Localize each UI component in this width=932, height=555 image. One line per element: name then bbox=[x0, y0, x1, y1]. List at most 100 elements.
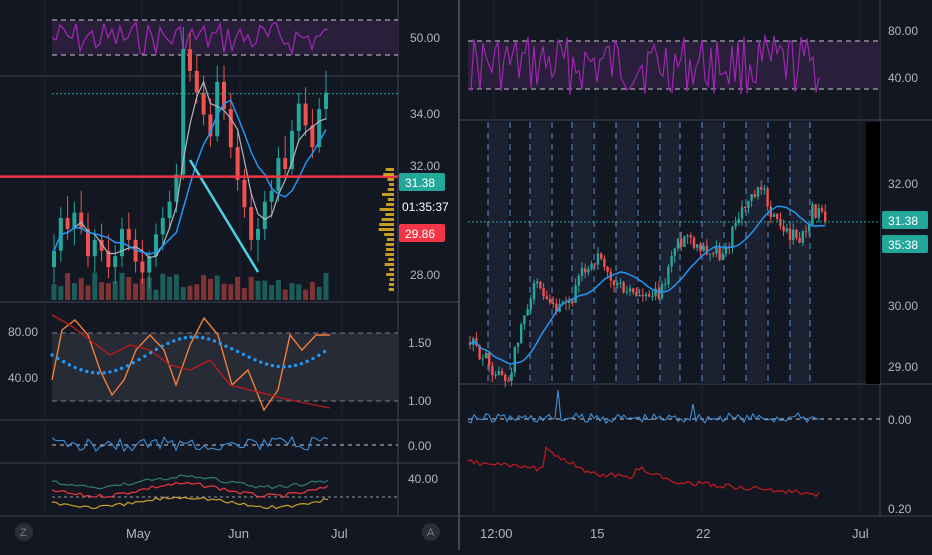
right-candle-body bbox=[500, 370, 504, 375]
left-volume-profile-bar bbox=[387, 178, 394, 181]
left-volume-bar bbox=[180, 287, 186, 300]
left-stoch-dot bbox=[189, 335, 193, 339]
right-candle-body bbox=[788, 228, 792, 240]
left-countdown-label: 01:35:37 bbox=[402, 200, 449, 214]
left-stoch-dot bbox=[253, 358, 257, 362]
left-volume-profile-bar bbox=[388, 283, 394, 286]
left-volume-bar bbox=[289, 283, 295, 300]
left-volume-bar bbox=[105, 283, 111, 300]
left-stoch-dot bbox=[67, 363, 72, 367]
right-corner-badge[interactable]: A bbox=[422, 523, 440, 541]
left-volume-bar bbox=[99, 282, 105, 300]
left-volume-bar bbox=[221, 283, 227, 300]
right-x-tick-1200: 12:00 bbox=[480, 526, 513, 541]
right-session-band bbox=[790, 122, 810, 384]
right-candle-body bbox=[590, 263, 593, 269]
left-stoch-tick-100: 1.00 bbox=[408, 394, 432, 408]
right-candle-body bbox=[798, 237, 801, 243]
left-stoch-dot bbox=[172, 339, 176, 343]
left-candle-body bbox=[256, 228, 260, 240]
right-candle-body bbox=[612, 280, 616, 286]
left-stoch-dot bbox=[317, 353, 321, 357]
left-volume-bar bbox=[214, 275, 220, 300]
right-candle-body bbox=[740, 206, 744, 219]
right-candle-body bbox=[644, 294, 648, 297]
left-stoch-dot bbox=[311, 356, 315, 361]
right-candle-body bbox=[683, 236, 686, 247]
right-candle-body bbox=[772, 214, 776, 217]
right-candle-body bbox=[516, 342, 520, 347]
right-session-band bbox=[572, 122, 592, 384]
right-x-tick-15: 15 bbox=[590, 526, 604, 541]
left-volume-profile-bar bbox=[379, 208, 394, 211]
right-session-band bbox=[530, 122, 550, 384]
right-price-tick-32: 32.00 bbox=[888, 177, 918, 191]
left-volume-bar bbox=[160, 273, 166, 300]
right-last-price-label: 31.38 bbox=[888, 214, 918, 228]
left-stoch-dot bbox=[235, 349, 240, 354]
left-candle-body bbox=[194, 70, 199, 93]
right-bottom-tick-020: 0.20 bbox=[888, 502, 912, 516]
right-candle-body bbox=[750, 194, 753, 201]
right-candle-body bbox=[776, 214, 779, 219]
right-candle-body bbox=[779, 218, 782, 227]
left-candle-body bbox=[167, 201, 172, 219]
right-candle-body bbox=[676, 238, 680, 249]
left-stoch-tick-80: 80.00 bbox=[8, 325, 38, 339]
left-volume-bar bbox=[269, 284, 275, 300]
left-stoch-dot bbox=[114, 368, 118, 373]
right-candle-body bbox=[619, 282, 622, 284]
right-candle-body bbox=[664, 283, 667, 285]
left-candle-body bbox=[92, 239, 97, 257]
left-x-tick-jul: Jul bbox=[331, 526, 348, 541]
left-stoch-dot bbox=[288, 364, 292, 369]
left-volume-profile-bar bbox=[389, 278, 394, 281]
left-stoch-dot bbox=[218, 341, 222, 346]
right-candle-body bbox=[571, 300, 574, 303]
right-candle-body bbox=[808, 224, 811, 232]
right-candle-body bbox=[580, 268, 584, 276]
left-candle-body bbox=[126, 228, 131, 240]
right-candle-body bbox=[804, 231, 808, 233]
left-volume-profile-bar bbox=[388, 288, 394, 291]
right-candle-body bbox=[657, 288, 660, 299]
right-candle-body bbox=[702, 245, 705, 252]
right-candle-body bbox=[795, 229, 798, 238]
left-stoch-dot bbox=[96, 371, 101, 375]
left-stoch-dot bbox=[154, 347, 159, 352]
right-candle-body bbox=[708, 253, 712, 255]
right-candle-body bbox=[481, 358, 484, 360]
right-candle-body bbox=[545, 296, 548, 300]
left-momentum-axis: 0.00 bbox=[408, 439, 432, 453]
right-countdown-label: 35:38 bbox=[888, 238, 918, 252]
chart-workspace: 50.00 34.00 32.00 28.00 31.38 01:35:37 2… bbox=[0, 0, 932, 550]
right-candle-body bbox=[510, 372, 513, 381]
right-candle-body bbox=[628, 288, 632, 292]
right-candle-body bbox=[801, 231, 804, 243]
left-stoch-dot bbox=[241, 352, 246, 357]
right-candle-body bbox=[635, 292, 638, 297]
left-stoch-dot bbox=[102, 371, 106, 375]
left-stoch-dot bbox=[299, 361, 304, 366]
left-stoch-dot bbox=[201, 336, 205, 340]
left-volume-profile-bar bbox=[386, 273, 394, 276]
right-candle-body bbox=[497, 370, 500, 376]
left-stoch-dot bbox=[125, 364, 130, 368]
right-bottom-axis: 0.20 bbox=[888, 502, 912, 516]
left-volume-bar bbox=[282, 289, 288, 300]
left-corner-badge[interactable]: Z bbox=[15, 523, 33, 541]
right-candle-body bbox=[616, 282, 619, 286]
left-volume-bar bbox=[323, 273, 329, 300]
left-support-label: 29.86 bbox=[405, 227, 435, 241]
right-candle-body bbox=[625, 291, 628, 293]
left-volume-bar bbox=[58, 286, 64, 300]
right-candle-body bbox=[766, 188, 769, 207]
left-volume-bar bbox=[65, 273, 71, 300]
left-stoch-dot bbox=[264, 362, 269, 366]
right-candle-body bbox=[673, 248, 676, 256]
left-stoch-dot bbox=[73, 365, 77, 370]
left-volume-bar bbox=[228, 284, 234, 300]
left-stoch-dot bbox=[259, 360, 263, 364]
left-stoch-dot bbox=[90, 370, 95, 375]
left-volume-profile-bar bbox=[389, 268, 394, 271]
